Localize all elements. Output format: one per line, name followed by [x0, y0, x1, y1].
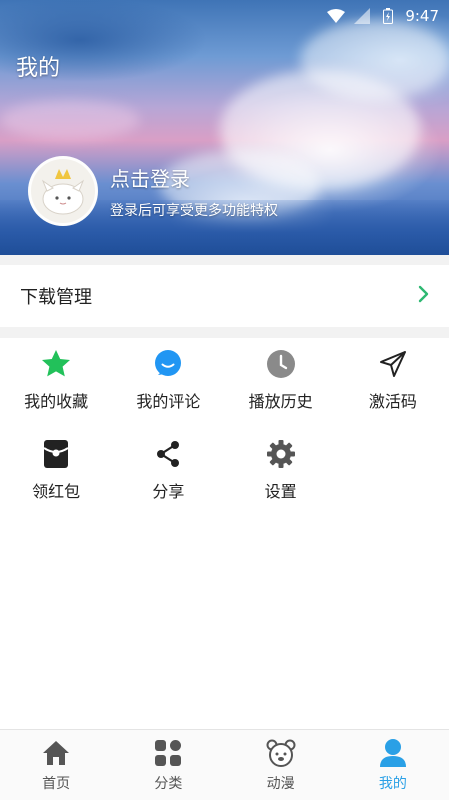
nav-anime[interactable]: 动漫 — [225, 730, 337, 800]
settings-button[interactable]: 设置 — [225, 430, 337, 502]
settings-label: 设置 — [264, 482, 297, 501]
bottom-nav: 首页 分类 动漫 我的 — [0, 729, 449, 800]
history-label: 播放历史 — [248, 392, 313, 411]
red-packet-label: 领红包 — [32, 482, 81, 501]
home-icon — [40, 737, 72, 769]
history-button[interactable]: 播放历史 — [225, 340, 337, 412]
comment-icon — [150, 348, 186, 380]
page-title: 我的 — [16, 56, 61, 81]
nav-home-label: 首页 — [42, 776, 71, 792]
activation-code-button[interactable]: 激活码 — [337, 340, 449, 412]
nav-anime-label: 动漫 — [266, 776, 295, 792]
divider — [0, 327, 449, 338]
wifi-icon — [327, 8, 346, 24]
signal-icon — [353, 8, 371, 24]
share-icon — [150, 438, 186, 470]
feature-grid: 我的收藏 我的评论 播放历史 激活码 领红包 分享 设置 — [0, 340, 449, 502]
profile-banner: 9:47 我的 点击登录 登录后可享受更多功能特权 — [0, 0, 449, 255]
category-icon — [152, 737, 184, 769]
send-icon — [375, 348, 411, 380]
share-label: 分享 — [152, 482, 185, 501]
nav-category-label: 分类 — [154, 776, 183, 792]
nav-home[interactable]: 首页 — [0, 730, 112, 800]
clock-icon — [263, 348, 299, 380]
comments-button[interactable]: 我的评论 — [112, 340, 224, 412]
status-time: 9:47 — [405, 7, 439, 25]
login-area[interactable]: 点击登录 登录后可享受更多功能特权 — [28, 156, 278, 226]
nav-category[interactable]: 分类 — [112, 730, 224, 800]
red-packet-button[interactable]: 领红包 — [0, 430, 112, 502]
divider — [0, 255, 449, 265]
activation-code-label: 激活码 — [368, 392, 417, 411]
user-icon — [377, 737, 409, 769]
comments-label: 我的评论 — [136, 392, 201, 411]
gear-icon — [263, 438, 299, 470]
status-bar: 9:47 — [0, 0, 449, 32]
download-manager-row[interactable]: 下载管理 — [0, 265, 449, 327]
favorites-label: 我的收藏 — [24, 392, 89, 411]
battery-icon — [379, 8, 397, 24]
share-button[interactable]: 分享 — [112, 430, 224, 502]
favorites-button[interactable]: 我的收藏 — [0, 340, 112, 412]
bear-icon — [265, 737, 297, 769]
download-manager-label: 下载管理 — [20, 287, 92, 308]
avatar[interactable] — [28, 156, 98, 226]
nav-mine-label: 我的 — [378, 776, 407, 792]
chevron-right-icon — [417, 285, 429, 307]
cat-avatar-icon — [41, 169, 85, 215]
login-title[interactable]: 点击登录 — [110, 163, 278, 192]
login-subtitle: 登录后可享受更多功能特权 — [110, 202, 278, 219]
red-packet-icon — [38, 438, 74, 470]
star-icon — [38, 348, 74, 380]
nav-mine[interactable]: 我的 — [337, 730, 449, 800]
